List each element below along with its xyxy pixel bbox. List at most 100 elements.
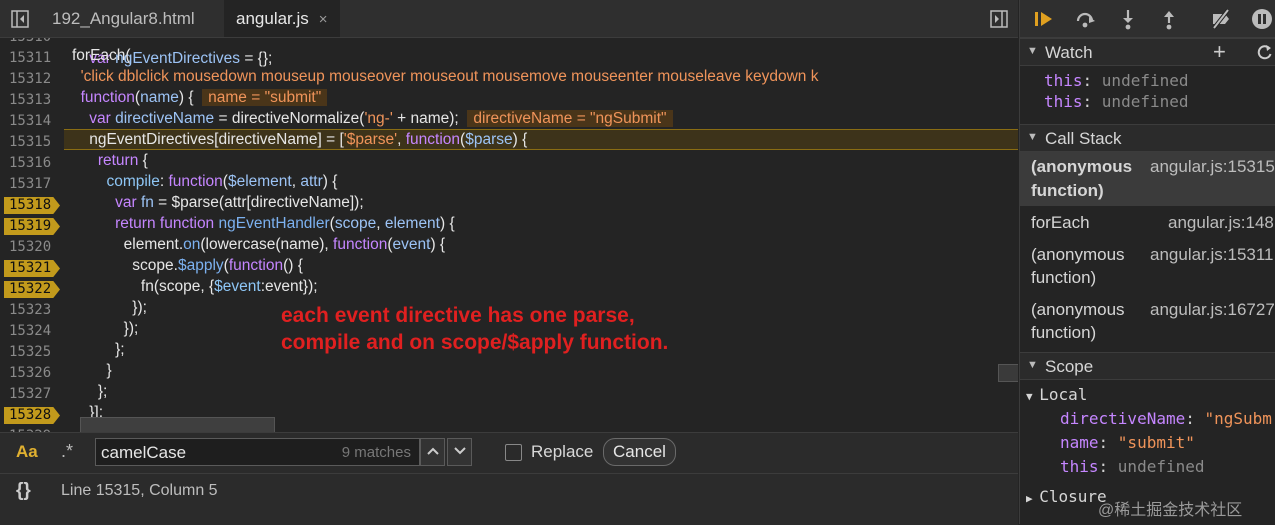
horizontal-scrollbar[interactable] <box>80 417 275 432</box>
pretty-print-button[interactable]: {} <box>16 480 31 502</box>
line-number[interactable]: 15315 <box>0 132 60 153</box>
watch-expression[interactable]: this: undefined <box>1044 92 1189 111</box>
frame-name: function) <box>1031 181 1104 200</box>
watermark: @稀土掘金技术社区 <box>1098 502 1243 519</box>
expand-triangle-icon: ▼ <box>1027 359 1038 371</box>
line-number[interactable]: 15323 <box>0 300 60 321</box>
annotation-text: each event directive has one parse, comp… <box>281 304 669 354</box>
status-bar: {} Line 15315, Column 5 <box>0 473 1018 525</box>
frame-name: function) <box>1031 268 1097 287</box>
line-number[interactable]: 15320 <box>0 237 60 258</box>
call-frame[interactable]: (anonymous function) angular.js:15315 <box>1020 152 1275 206</box>
scope-closure-title: Closure <box>1039 487 1107 506</box>
code-line: }; <box>72 341 125 358</box>
tab-label: 192_Angular8.html <box>52 9 195 28</box>
refresh-icon[interactable] <box>1256 44 1273 61</box>
code-line: }; <box>72 383 108 400</box>
replace-checkbox[interactable] <box>505 444 522 461</box>
step-out-icon[interactable] <box>1158 8 1180 30</box>
scope-local-header[interactable]: ▼ Local <box>1026 385 1087 404</box>
line-number[interactable]: 15326 <box>0 363 60 384</box>
tab-192-angular8-html[interactable]: 192_Angular8.html <box>38 0 209 37</box>
expand-triangle-icon: ▼ <box>1026 390 1040 403</box>
line-number[interactable]: 15325 <box>0 342 60 363</box>
inline-value: name = "submit" <box>202 89 328 106</box>
replace-label: Replace <box>531 442 594 461</box>
match-case-toggle[interactable]: Aa <box>16 442 38 462</box>
code-line: function(name) { name = "submit" <box>72 87 328 108</box>
frame-location: angular.js:15311 <box>1150 245 1274 264</box>
scope-variable[interactable]: this: undefined <box>1060 457 1205 476</box>
breakpoint-line-number[interactable]: 15328 <box>0 405 60 426</box>
tab-angular-js[interactable]: angular.js × <box>224 0 340 37</box>
code-line: scope.$apply(function() { <box>72 257 303 274</box>
code-line: }); <box>72 320 139 337</box>
scope-closure-header[interactable]: ▶ Closure <box>1026 487 1107 506</box>
scope-variable[interactable]: directiveName: "ngSubm <box>1060 409 1272 428</box>
code-editor[interactable]: 1531015311153121531315314153151531615317… <box>0 38 1018 432</box>
add-watch-icon[interactable]: + <box>1213 39 1226 65</box>
search-bar: Aa .* camelCase 9 matches Replace Cancel <box>0 432 1018 473</box>
search-value: camelCase <box>101 443 187 462</box>
toggle-navigator-icon[interactable] <box>10 9 30 29</box>
line-number[interactable]: 15310 <box>0 38 60 48</box>
line-number[interactable]: 15327 <box>0 384 60 405</box>
watch-section-header[interactable]: ▼ Watch + <box>1020 38 1275 66</box>
line-number[interactable]: 15313 <box>0 90 60 111</box>
code-line: var fn = $parse(attr[directiveName]); <box>115 194 364 211</box>
deactivate-breakpoints-icon[interactable] <box>1210 8 1232 30</box>
code-line: 'click dblclick mousedown mouseup mouseo… <box>72 68 819 85</box>
resume-icon[interactable] <box>1032 8 1054 30</box>
section-title: Watch <box>1045 43 1093 62</box>
scope-local-title: Local <box>1039 385 1088 404</box>
line-number[interactable]: 15312 <box>0 69 60 90</box>
call-stack-section-header[interactable]: ▼ Call Stack <box>1020 124 1275 152</box>
section-title: Call Stack <box>1045 129 1122 148</box>
breakpoint-line-number[interactable]: 15318 <box>0 195 60 216</box>
call-frame[interactable]: (anonymous function) angular.js:15311 <box>1020 242 1275 292</box>
next-match-button[interactable] <box>447 438 472 466</box>
breakpoint-line-number[interactable]: 15322 <box>0 279 60 300</box>
step-over-icon[interactable] <box>1074 8 1096 30</box>
frame-location: angular.js:148 <box>1168 213 1274 232</box>
frame-location: angular.js:16727 <box>1150 300 1275 319</box>
code-line: return { <box>97 152 148 169</box>
code-line: forEach( <box>72 47 131 64</box>
tab-bar: 192_Angular8.html angular.js × <box>0 0 1018 38</box>
call-frame[interactable]: (anonymous function) angular.js:16727 <box>1020 297 1275 347</box>
match-count: 9 matches <box>341 444 411 461</box>
step-into-icon[interactable] <box>1117 8 1139 30</box>
search-input[interactable]: camelCase 9 matches <box>95 438 420 466</box>
line-number[interactable]: 15316 <box>0 153 60 174</box>
code-line: compile: function($element, attr) { <box>106 173 338 190</box>
breakpoint-line-number[interactable]: 15319 <box>0 216 60 237</box>
code-line: }); <box>72 299 147 316</box>
line-number[interactable]: 15314 <box>0 111 60 132</box>
close-icon[interactable]: × <box>319 11 328 28</box>
section-title: Scope <box>1045 357 1094 376</box>
chevron-up-icon <box>426 447 439 455</box>
pause-on-exceptions-icon[interactable] <box>1251 8 1273 30</box>
regex-toggle[interactable]: .* <box>61 441 73 462</box>
line-number[interactable]: 15324 <box>0 321 60 342</box>
watch-expression[interactable]: this: undefined <box>1044 71 1189 90</box>
breakpoint-line-number[interactable]: 15321 <box>0 258 60 279</box>
expand-triangle-icon: ▶ <box>1026 492 1040 505</box>
code-line-current: ngEventDirectives[directiveName] = ['$pa… <box>72 131 528 148</box>
expand-triangle-icon: ▼ <box>1027 45 1038 57</box>
frame-location: angular.js:15315 <box>1150 157 1275 176</box>
vertical-scrollbar[interactable] <box>998 364 1018 382</box>
debugger-toolbar <box>1020 0 1275 38</box>
debugger-sidebar: ▼ Watch + this: undefined this: undefine… <box>1019 0 1275 524</box>
scope-section-header[interactable]: ▼ Scope <box>1020 352 1275 380</box>
tab-label: angular.js <box>236 9 309 28</box>
cancel-button[interactable]: Cancel <box>603 438 676 466</box>
toggle-debugger-icon[interactable] <box>989 9 1009 29</box>
previous-match-button[interactable] <box>420 438 445 466</box>
call-frame[interactable]: forEach angular.js:148 <box>1020 210 1275 238</box>
line-gutter[interactable]: 1531015311153121531315314153151531615317… <box>0 38 62 432</box>
line-number[interactable]: 15317 <box>0 174 60 195</box>
frame-name: (anonymous <box>1031 300 1125 319</box>
scope-variable[interactable]: name: "submit" <box>1060 433 1195 452</box>
line-number[interactable]: 15311 <box>0 48 60 69</box>
